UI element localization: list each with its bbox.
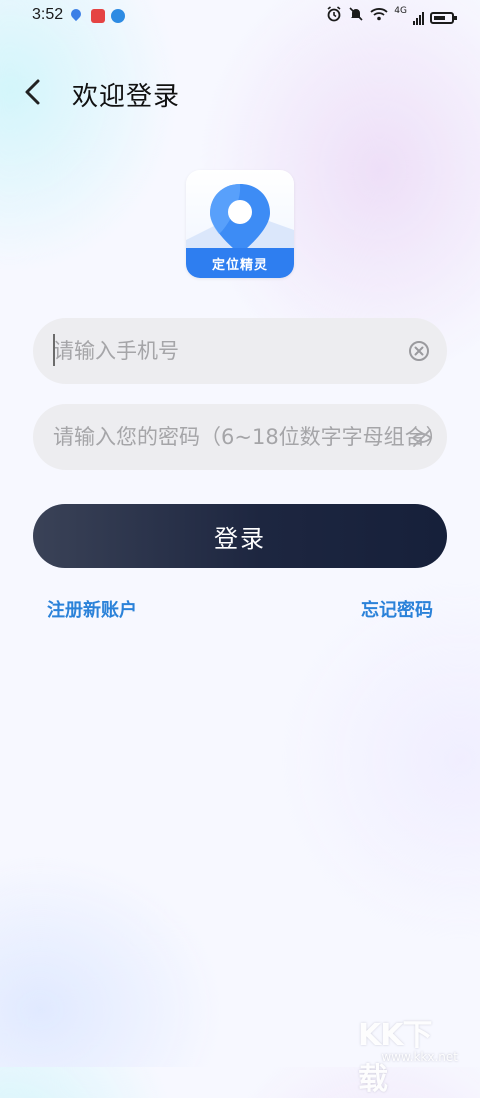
logo-band: 定位精灵 [186,248,294,278]
back-button[interactable] [14,74,50,110]
eye-off-icon [411,429,433,447]
clear-circle-icon [409,341,429,361]
watermark: KK下载 www.kkx.net [358,1010,458,1097]
globe-app-notification-icon [111,9,125,23]
red-app-notification-icon [91,9,105,23]
password-visibility-toggle[interactable] [411,427,433,449]
phone-input[interactable] [53,318,413,384]
wifi-icon [370,7,388,28]
map-app-notification-icon [68,6,84,22]
login-button[interactable]: 登录 [33,504,447,568]
text-cursor [53,334,55,366]
logo-app-name: 定位精灵 [211,257,268,273]
status-bar: 3:52 4G [0,0,480,32]
status-icons: 4G [326,6,457,29]
chevron-left-icon [25,79,40,105]
status-time: 3:52 [32,6,64,23]
forgot-password-link[interactable]: 忘记密码 [361,596,433,622]
clear-button[interactable] [407,339,431,363]
page-title: 欢迎登录 [72,82,181,112]
alarm-icon [326,6,342,29]
register-link[interactable]: 注册新账户 [47,596,137,622]
password-field [33,404,447,470]
network-type-label: 4G [394,6,407,16]
mute-bell-icon [348,6,364,29]
battery-icon [430,11,457,24]
app-logo: 定位精灵 [186,170,294,278]
password-input[interactable] [53,404,433,470]
watermark-url: www.kkx.net [381,1050,458,1064]
signal-strength-icon [413,11,424,25]
phone-field [33,318,447,384]
